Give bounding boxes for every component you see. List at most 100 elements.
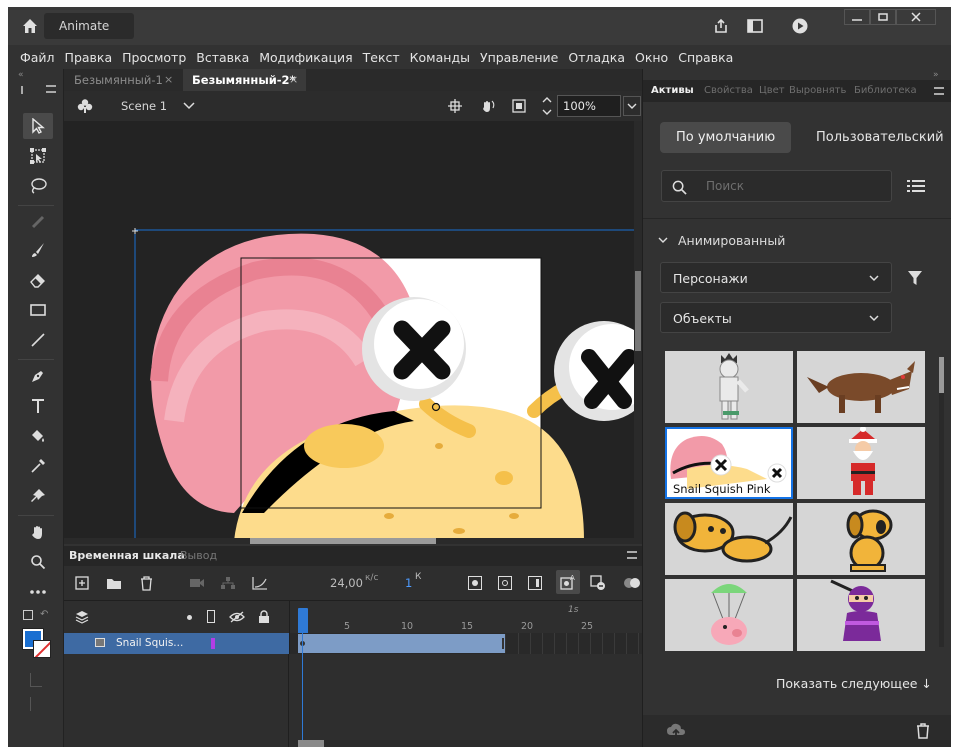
fill-color-swatch[interactable] (33, 640, 51, 658)
timeline-scroll-thumb[interactable] (298, 740, 324, 747)
visibility-icon[interactable] (228, 609, 246, 625)
scene-dropdown-icon[interactable] (181, 99, 197, 113)
menu-commands[interactable]: Команды (410, 50, 470, 65)
asset-mummy[interactable] (665, 351, 793, 423)
rotate-stage-icon[interactable] (478, 97, 498, 115)
share-icon[interactable] (711, 16, 731, 36)
collapse-arrows-icon[interactable]: « (18, 70, 24, 80)
lasso-tool-icon[interactable] (23, 173, 53, 199)
selection-tool-icon[interactable] (23, 113, 53, 139)
pin-icon[interactable] (23, 483, 53, 509)
eraser-icon[interactable] (23, 267, 53, 293)
frame-ruler[interactable]: 1s 5 10 15 20 25 (289, 601, 642, 635)
bone-tool-icon[interactable] (23, 209, 53, 235)
zoom-stepper-icon[interactable] (540, 94, 554, 118)
clip-stage-icon[interactable] (510, 97, 528, 115)
layer-name[interactable]: Snail Squis... (116, 637, 183, 649)
doc-tab-2-close-icon[interactable]: × (289, 73, 298, 86)
asset-scroll-thumb[interactable] (939, 357, 944, 393)
panel-icon[interactable] (745, 16, 765, 36)
menu-debug[interactable]: Отладка (568, 50, 625, 65)
menu-help[interactable]: Справка (678, 50, 733, 65)
tab-output[interactable]: Вывод (180, 549, 217, 562)
stroke-icon[interactable] (23, 610, 33, 620)
trash-icon[interactable] (913, 721, 933, 741)
hand-icon[interactable] (23, 519, 53, 545)
stage-horizontal-scrollbar[interactable] (64, 538, 634, 544)
pen-icon[interactable] (23, 363, 53, 389)
clear-keyframe-icon[interactable] (589, 574, 607, 592)
menu-text[interactable]: Текст (363, 50, 400, 65)
more-icon[interactable] (23, 579, 53, 605)
text-icon[interactable] (23, 393, 53, 419)
asset-parachute-pig[interactable] (665, 579, 793, 651)
panel-menu-icon[interactable] (934, 87, 944, 95)
custom-button[interactable]: Пользовательский (816, 130, 944, 145)
upload-icon[interactable] (665, 721, 687, 741)
menu-modify[interactable]: Модификация (259, 50, 352, 65)
frame-span[interactable] (298, 634, 506, 653)
paint-bucket-icon[interactable] (23, 423, 53, 449)
characters-dropdown[interactable]: Персонажи (660, 262, 892, 293)
menu-edit[interactable]: Правка (65, 50, 113, 65)
play-icon[interactable] (790, 16, 810, 36)
center-stage-icon[interactable] (446, 97, 464, 115)
menu-insert[interactable]: Вставка (196, 50, 249, 65)
menu-control[interactable]: Управление (480, 50, 558, 65)
menu-window[interactable]: Окно (635, 50, 668, 65)
layer-parenting-icon[interactable] (219, 575, 237, 591)
menu-file[interactable]: Файл (20, 50, 55, 65)
default-button[interactable]: По умолчанию (660, 122, 791, 153)
expand-arrows-icon[interactable]: » (933, 70, 939, 80)
line-icon[interactable] (23, 327, 53, 353)
home-icon[interactable] (20, 16, 40, 36)
snap-icon[interactable] (30, 697, 42, 711)
doc-tab-1-close-icon[interactable]: × (164, 73, 173, 86)
minimize-icon[interactable] (844, 9, 870, 25)
playhead-head[interactable] (298, 608, 308, 635)
layer-color-swatch[interactable] (211, 638, 215, 649)
section-animated[interactable]: Анимированный (678, 233, 785, 248)
stage-vertical-scroll-thumb[interactable] (635, 271, 641, 351)
tab-timeline[interactable]: Временная шкала (69, 549, 185, 562)
current-frame[interactable]: 1 (405, 576, 412, 590)
swap-colors-icon[interactable]: ↶ (40, 609, 48, 620)
zoom-dropdown-icon[interactable] (623, 96, 641, 116)
highlight-dot-icon[interactable] (187, 615, 192, 620)
new-folder-icon[interactable] (106, 575, 122, 591)
insert-keyframe-icon[interactable] (468, 576, 482, 590)
onion-skin-icon[interactable] (623, 575, 641, 591)
doc-tab-1[interactable]: Безымянный-1 × (64, 69, 182, 91)
asset-snail-squish-pink[interactable]: Snail Squish Pink (665, 427, 793, 499)
doc-tab-2[interactable]: Безымянный-2* × (183, 69, 306, 91)
fps-value[interactable]: 24,00 (330, 576, 363, 590)
tab-properties[interactable]: Свойства (704, 85, 753, 96)
auto-keyframe-icon[interactable]: A (556, 570, 580, 594)
asset-scrollbar[interactable] (939, 357, 944, 647)
app-name-tab[interactable]: Animate (44, 13, 134, 39)
outline-icon[interactable] (207, 610, 215, 623)
insert-blank-keyframe-icon[interactable] (498, 576, 512, 590)
easing-icon[interactable] (251, 575, 269, 591)
section-chevron-icon[interactable] (657, 233, 669, 247)
stage-horizontal-scroll-thumb[interactable] (250, 538, 436, 544)
search-input[interactable]: Поиск (661, 170, 892, 202)
filter-icon[interactable] (905, 268, 925, 288)
maximize-icon[interactable] (870, 9, 896, 25)
asset-santa[interactable] (797, 427, 925, 499)
asset-ninja[interactable] (797, 579, 925, 651)
asset-dog-sitting[interactable] (797, 503, 925, 575)
insert-frame-icon[interactable] (528, 576, 542, 590)
tools-menu-icon[interactable] (46, 85, 56, 93)
show-more-link[interactable]: Показать следующее ↓ (776, 676, 932, 691)
timeline-menu-icon[interactable] (627, 551, 637, 559)
stage-vertical-scrollbar[interactable] (634, 121, 642, 544)
asset-dog-lying[interactable] (665, 503, 793, 575)
menu-view[interactable]: Просмотр (122, 50, 186, 65)
close-icon[interactable] (896, 9, 936, 25)
tab-align[interactable]: Выровнять (789, 85, 846, 96)
rectangle-icon[interactable] (23, 297, 53, 323)
layer-row[interactable]: Snail Squis... (64, 633, 289, 654)
tab-color[interactable]: Цвет (759, 85, 785, 96)
tab-library[interactable]: Библиотека (854, 85, 917, 96)
